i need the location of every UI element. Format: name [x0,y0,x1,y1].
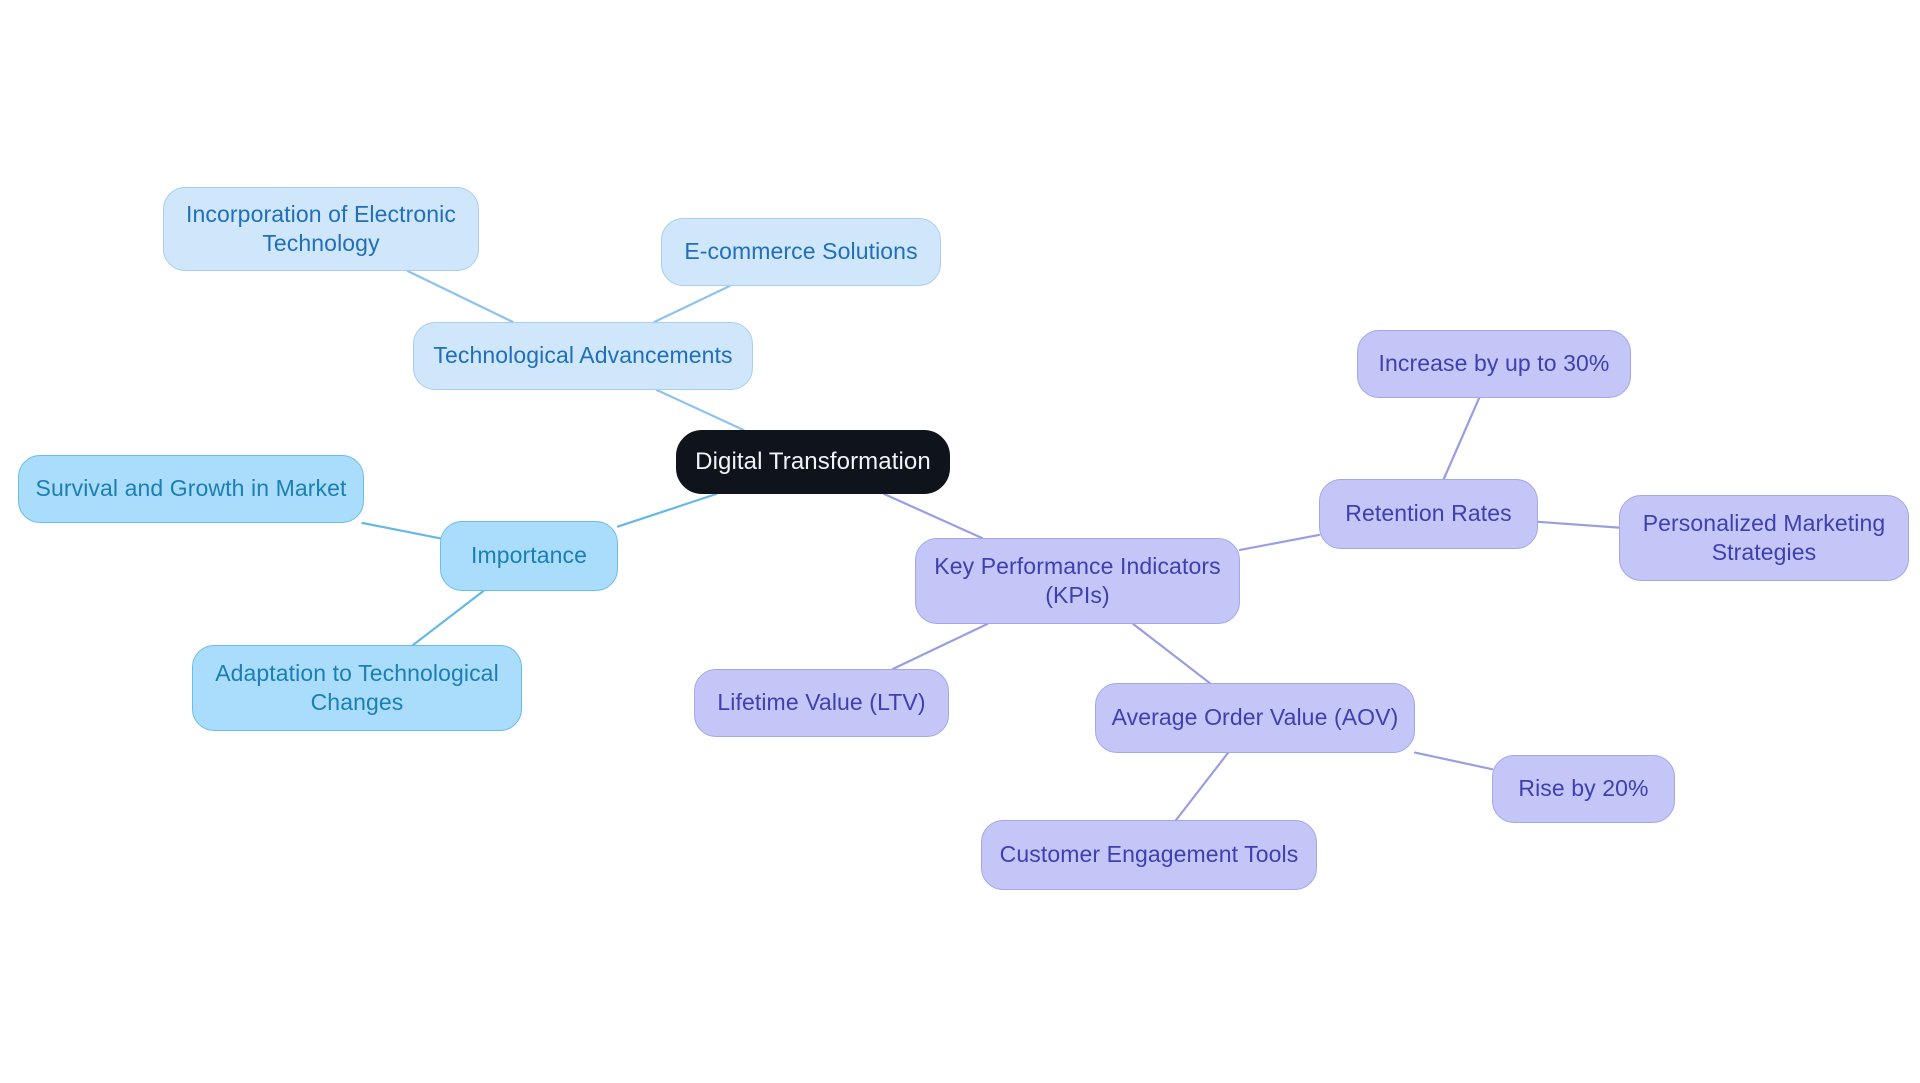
edge-average-order-value-aov-to-customer-engagement-tools [1174,751,1230,822]
edge-root-to-tech-advancements [655,388,745,432]
node-importance[interactable]: Importance [440,521,618,591]
edge-importance-to-survival-growth-market [361,521,442,540]
node-label: Incorporation of Electronic Technology [186,200,456,256]
edge-kpis-to-average-order-value-aov [1132,622,1211,685]
node-label: E-commerce Solutions [684,238,918,265]
node-label: Personalized Marketing Strategies [1642,509,1886,565]
node-survival-growth-market[interactable]: Survival and Growth in Market [18,455,364,523]
node-label: Increase by up to 30% [1378,350,1610,377]
node-ecommerce-solutions[interactable]: E-commerce Solutions [661,218,941,286]
edge-kpis-to-retention-rates [1238,533,1321,552]
node-rise-by-20[interactable]: Rise by 20% [1492,755,1675,823]
node-label: Key Performance Indicators (KPIs) [934,552,1221,608]
node-adaptation-technological-changes[interactable]: Adaptation to Technological Changes [192,645,522,731]
node-kpis[interactable]: Key Performance Indicators (KPIs) [915,538,1240,624]
node-lifetime-value-ltv[interactable]: Lifetime Value (LTV) [694,669,949,737]
node-retention-rates[interactable]: Retention Rates [1319,479,1538,549]
node-increase-up-to-30[interactable]: Increase by up to 30% [1357,330,1631,398]
node-personalized-marketing-strategies[interactable]: Personalized Marketing Strategies [1619,495,1909,581]
edge-retention-rates-to-personalized-marketing-strategies [1536,520,1621,529]
node-label: Rise by 20% [1518,775,1649,802]
edge-root-to-kpis [883,492,984,540]
edge-kpis-to-lifetime-value-ltv [891,622,989,671]
edge-tech-advancements-to-incorporation-electronic-technology [406,269,514,324]
root-node[interactable]: Digital Transformation [676,430,950,494]
node-label: Digital Transformation [695,447,931,475]
node-label: Average Order Value (AOV) [1111,704,1399,731]
node-average-order-value-aov[interactable]: Average Order Value (AOV) [1095,683,1415,753]
edge-importance-to-adaptation-technological-changes [411,589,485,647]
edge-root-to-importance [616,492,718,528]
edge-tech-advancements-to-ecommerce-solutions [653,284,731,324]
node-label: Customer Engagement Tools [999,841,1299,868]
node-label: Technological Advancements [433,342,733,369]
mindmap-canvas: Digital Transformation Technological Adva… [0,0,1920,1083]
node-label: Lifetime Value (LTV) [717,689,926,716]
node-customer-engagement-tools[interactable]: Customer Engagement Tools [981,820,1317,890]
node-tech-advancements[interactable]: Technological Advancements [413,322,753,390]
edge-retention-rates-to-increase-up-to-30 [1442,396,1481,481]
edge-average-order-value-aov-to-rise-by-20 [1413,751,1494,771]
node-label: Retention Rates [1345,500,1512,527]
node-incorporation-electronic-technology[interactable]: Incorporation of Electronic Technology [163,187,479,271]
node-label: Adaptation to Technological Changes [215,659,499,715]
node-label: Importance [470,542,588,569]
node-label: Survival and Growth in Market [35,475,347,502]
